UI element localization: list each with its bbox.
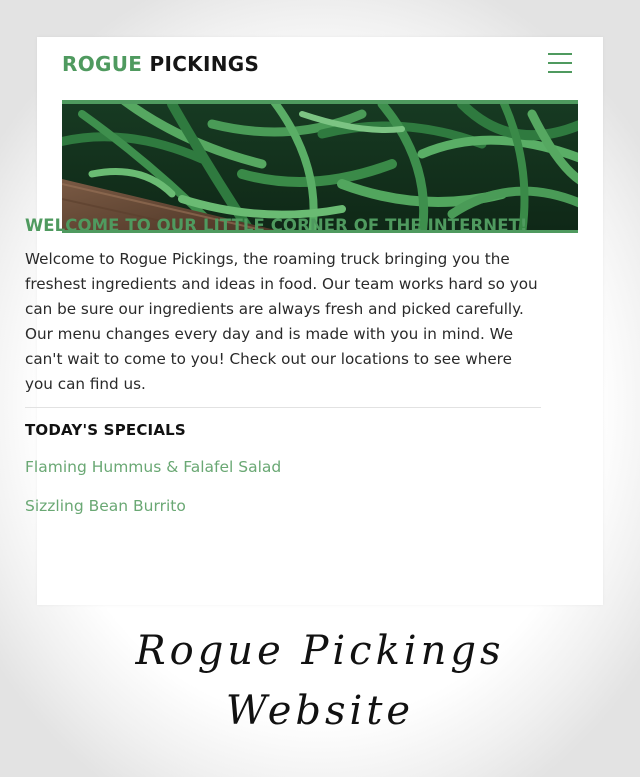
- welcome-heading: WELCOME TO OUR LITTLE CORNER OF THE INTE…: [25, 216, 528, 235]
- main-content: WELCOME TO OUR LITTLE CORNER OF THE INTE…: [25, 214, 541, 515]
- logo-pickings: PICKINGS: [149, 52, 260, 76]
- caption-line-1: Rogue Pickings: [135, 628, 505, 674]
- special-item-hummus-salad[interactable]: Flaming Hummus & Falafel Salad: [25, 458, 541, 476]
- caption-line-2: Website: [225, 688, 415, 734]
- hamburger-menu-icon[interactable]: [548, 52, 572, 74]
- special-item-bean-burrito[interactable]: Sizzling Bean Burrito: [25, 497, 541, 515]
- logo-rogue: ROGUE: [62, 52, 143, 76]
- welcome-paragraph: Welcome to Rogue Pickings, the roaming t…: [25, 250, 538, 393]
- site-header: ROGUE PICKINGS: [62, 37, 578, 99]
- specials-list: Flaming Hummus & Falafel Salad Sizzling …: [25, 458, 541, 515]
- specials-heading: TODAY'S SPECIALS: [25, 421, 186, 439]
- green-beans-photo: [62, 104, 578, 230]
- site-logo[interactable]: ROGUE PICKINGS: [62, 52, 259, 76]
- menu-bar-middle: [548, 62, 572, 64]
- menu-bar-top: [548, 53, 572, 55]
- section-divider: [25, 407, 541, 408]
- menu-bar-bottom: [548, 71, 572, 73]
